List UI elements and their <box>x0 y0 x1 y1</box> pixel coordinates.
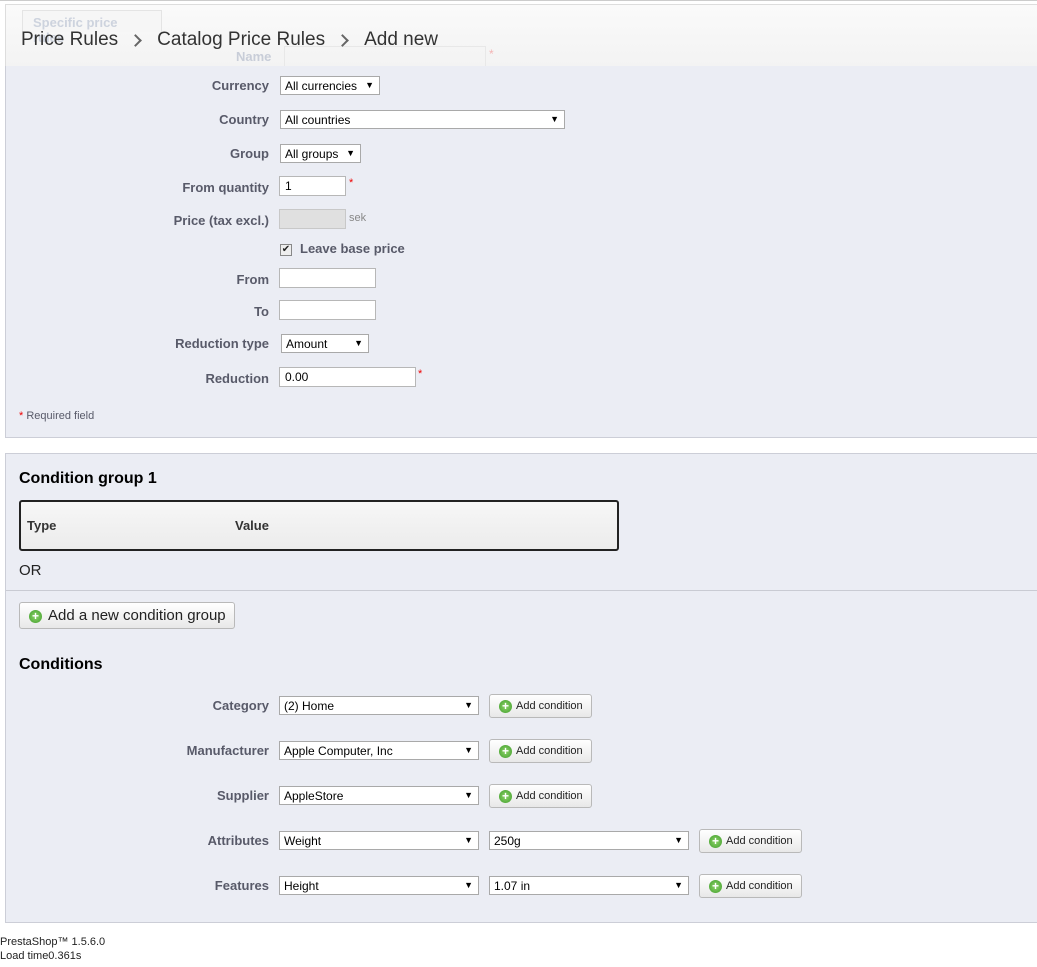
column-type: Type <box>27 518 57 533</box>
breadcrumb-catalog-price-rules[interactable]: Catalog Price Rules <box>157 29 325 51</box>
reduction-type-label: Reduction type <box>175 336 269 351</box>
manufacturer-value: Apple Computer, Inc <box>284 744 393 758</box>
required-field-text: Required field <box>23 410 95 422</box>
add-condition-label: Add condition <box>726 835 793 847</box>
dropdown-arrow-icon: ▼ <box>464 880 473 890</box>
reduction-input[interactable]: 0.00 <box>279 367 416 387</box>
column-value: Value <box>235 518 269 533</box>
manufacturer-select[interactable]: Apple Computer, Inc ▼ <box>279 741 479 760</box>
dropdown-arrow-icon: ▼ <box>354 338 363 348</box>
add-category-condition-button[interactable]: + Add condition <box>489 694 592 718</box>
from-quantity-input[interactable]: 1 <box>279 176 346 196</box>
price-rule-form-panel: Currency All currencies ▼ Country All co… <box>5 66 1037 438</box>
page-header: Specific price rules Name * Price Rules … <box>5 4 1037 68</box>
category-value: (2) Home <box>284 699 335 713</box>
reduction-type-select[interactable]: Amount ▼ <box>281 334 369 353</box>
attribute-value: 250g <box>494 834 521 848</box>
breadcrumb-price-rules[interactable]: Price Rules <box>21 29 118 51</box>
chevron-right-icon <box>129 33 143 47</box>
leave-base-price-label: Leave base price <box>300 241 405 256</box>
category-label: Category <box>212 698 269 713</box>
to-date-input[interactable] <box>279 300 376 320</box>
country-label: Country <box>219 112 269 127</box>
currency-value: All currencies <box>285 79 358 93</box>
add-condition-label: Add condition <box>516 700 583 712</box>
plus-icon: + <box>499 790 512 803</box>
add-condition-label: Add condition <box>516 745 583 757</box>
plus-icon: + <box>709 835 722 848</box>
add-condition-group-label: Add a new condition group <box>48 607 226 624</box>
condition-group-table: Type Value <box>19 500 619 551</box>
from-date-label: From <box>236 272 270 287</box>
price-input <box>279 209 346 229</box>
add-supplier-condition-button[interactable]: + Add condition <box>489 784 592 808</box>
dropdown-arrow-icon: ▼ <box>464 745 473 755</box>
from-date-input[interactable] <box>279 268 376 288</box>
ghost-name-label: Name <box>236 49 272 64</box>
country-select[interactable]: All countries ▼ <box>280 110 565 129</box>
dropdown-arrow-icon: ▼ <box>346 148 355 158</box>
group-select[interactable]: All groups ▼ <box>280 144 361 163</box>
ghost-star: * <box>489 47 494 61</box>
feature-value-select[interactable]: 1.07 in ▼ <box>489 876 689 895</box>
condition-group-title: Condition group 1 <box>19 470 157 487</box>
feature-value2: 1.07 in <box>494 879 531 893</box>
version-text: PrestaShop™ 1.5.6.0 <box>0 936 106 948</box>
feature-value: Height <box>284 879 319 893</box>
conditions-title: Conditions <box>19 656 103 673</box>
plus-icon: + <box>709 880 722 893</box>
plus-icon: + <box>499 745 512 758</box>
currency-label: Currency <box>211 78 269 93</box>
country-value: All countries <box>285 113 351 127</box>
price-unit: sek <box>349 212 367 224</box>
footer: PrestaShop™ 1.5.6.0 Load time0.361s <box>0 935 105 963</box>
dropdown-arrow-icon: ▼ <box>464 835 473 845</box>
load-time-text: Load time0.361s <box>0 950 82 962</box>
manufacturer-label: Manufacturer <box>186 743 269 758</box>
from-quantity-label: From quantity <box>182 180 269 195</box>
category-select[interactable]: (2) Home ▼ <box>279 696 479 715</box>
add-condition-label: Add condition <box>516 790 583 802</box>
plus-icon: + <box>29 610 42 623</box>
currency-select[interactable]: All currencies ▼ <box>280 76 380 95</box>
add-condition-group-button[interactable]: + Add a new condition group <box>19 602 235 629</box>
dropdown-arrow-icon: ▼ <box>674 835 683 845</box>
group-value: All groups <box>285 147 339 161</box>
features-label: Features <box>214 878 269 893</box>
group-label: Group <box>230 146 269 161</box>
required-star: * <box>418 368 423 380</box>
plus-icon: + <box>499 700 512 713</box>
reduction-type-value: Amount <box>286 337 328 351</box>
dropdown-arrow-icon: ▼ <box>674 880 683 890</box>
conditions-panel: Condition group 1 Type Value OR + Add a … <box>5 453 1037 923</box>
breadcrumb-add-new: Add new <box>364 29 439 50</box>
add-condition-label: Add condition <box>726 880 793 892</box>
feature-select[interactable]: Height ▼ <box>279 876 479 895</box>
supplier-label: Supplier <box>216 788 269 803</box>
breadcrumb: Price Rules Catalog Price Rules Add new <box>21 29 438 51</box>
divider <box>6 590 1037 591</box>
dropdown-arrow-icon: ▼ <box>365 80 374 90</box>
add-manufacturer-condition-button[interactable]: + Add condition <box>489 739 592 763</box>
leave-base-price-checkbox[interactable]: ✔ <box>280 244 292 256</box>
supplier-value: AppleStore <box>284 789 344 803</box>
attribute-value-select[interactable]: 250g ▼ <box>489 831 689 850</box>
to-date-label: To <box>254 304 269 319</box>
chevron-right-icon <box>336 33 349 47</box>
or-separator: OR <box>19 562 42 579</box>
attribute-group-select[interactable]: Weight ▼ <box>279 831 479 850</box>
dropdown-arrow-icon: ▼ <box>550 114 559 124</box>
add-feature-condition-button[interactable]: + Add condition <box>699 874 802 898</box>
attributes-label: Attributes <box>207 833 269 848</box>
reduction-label: Reduction <box>205 371 269 386</box>
dropdown-arrow-icon: ▼ <box>464 700 473 710</box>
price-label: Price (tax excl.) <box>173 213 269 228</box>
required-star: * <box>349 177 354 189</box>
required-field-note: * Required field <box>19 410 94 422</box>
add-attribute-condition-button[interactable]: + Add condition <box>699 829 802 853</box>
attribute-group-value: Weight <box>284 834 322 848</box>
supplier-select[interactable]: AppleStore ▼ <box>279 786 479 805</box>
dropdown-arrow-icon: ▼ <box>464 790 473 800</box>
